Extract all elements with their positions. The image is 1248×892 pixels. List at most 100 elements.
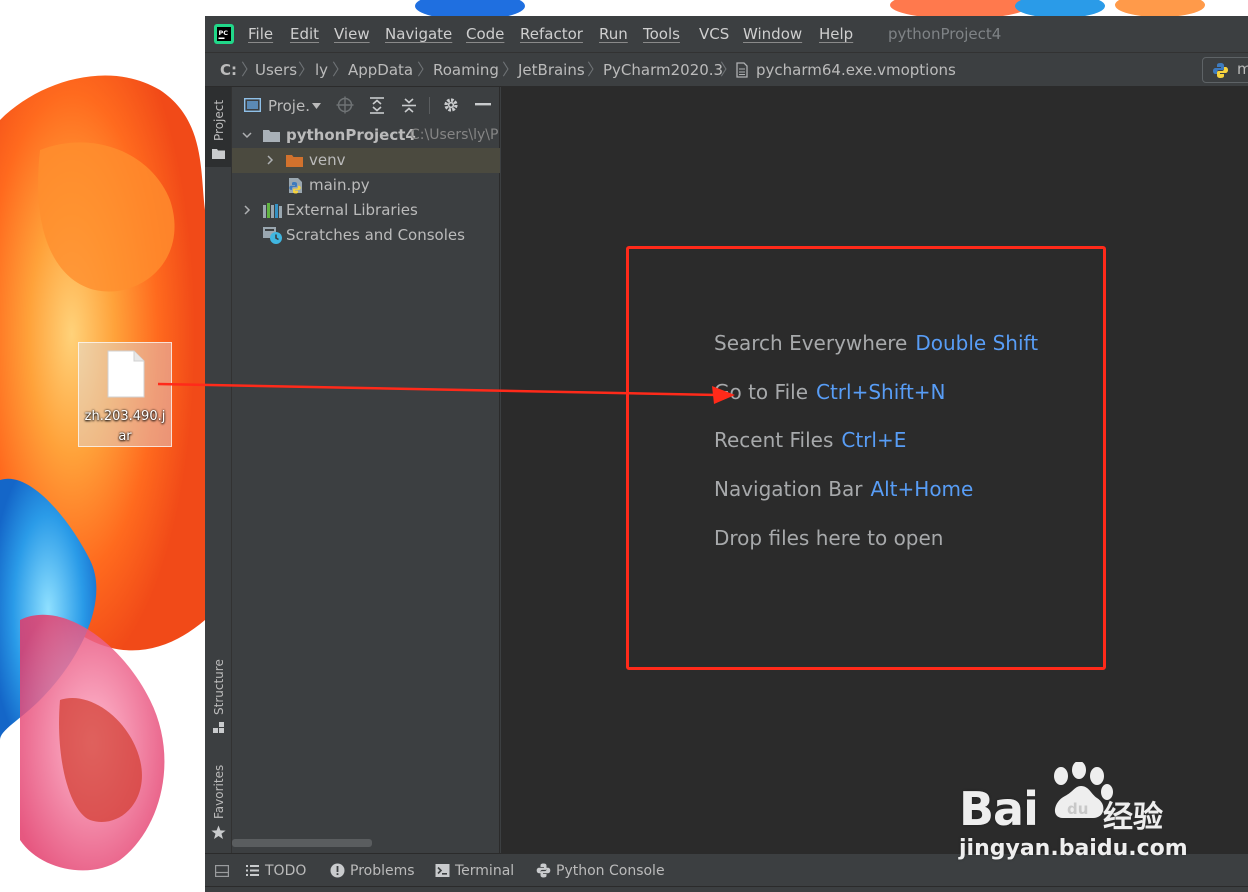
- watermark-brand-cn: 经验: [1103, 800, 1163, 835]
- tool-todo[interactable]: TODO: [246, 862, 307, 880]
- python-icon: [1213, 63, 1228, 78]
- folder-icon: [263, 130, 280, 142]
- breadcrumb-drive[interactable]: C:: [220, 60, 237, 80]
- menu-file[interactable]: File: [248, 24, 273, 44]
- watermark-brand: Bai: [959, 782, 1039, 836]
- menu-refactor[interactable]: Refactor: [520, 24, 583, 44]
- dropdown-arrow-icon[interactable]: [312, 103, 321, 109]
- toolbar-divider: [429, 97, 430, 114]
- breadcrumb-roaming[interactable]: Roaming: [433, 60, 499, 80]
- tab-favorites[interactable]: Favorites: [205, 759, 231, 844]
- menu-run[interactable]: Run: [599, 24, 628, 44]
- tool-terminal-label: Terminal: [455, 863, 515, 879]
- breadcrumb-separator-icon: 〉: [332, 60, 349, 79]
- project-panel: Proje. pythonProject4 C:\Users\ly\P venv…: [232, 87, 500, 853]
- breadcrumb-appdata[interactable]: AppData: [348, 60, 413, 80]
- tree-root-project[interactable]: pythonProject4 C:\Users\ly\P: [232, 123, 500, 148]
- tab-structure-label: Structure: [212, 659, 226, 715]
- tree-root-label: pythonProject4: [286, 126, 416, 144]
- status-bar: [205, 886, 1248, 892]
- tool-problems[interactable]: Problems: [330, 862, 415, 880]
- expand-all-icon[interactable]: [369, 97, 385, 114]
- tab-favorites-label: Favorites: [212, 764, 226, 819]
- project-view-dropdown[interactable]: Proje.: [268, 96, 310, 116]
- tree-item-external-label: External Libraries: [286, 201, 418, 219]
- minimize-icon[interactable]: [475, 103, 491, 106]
- folder-icon: [212, 149, 225, 159]
- tree-item-venv-label: venv: [309, 151, 346, 169]
- terminal-icon: [435, 864, 450, 877]
- editor-empty-state[interactable]: Search Everywhere Double Shift Go to File…: [501, 87, 1248, 853]
- python-file-icon: [289, 178, 302, 194]
- scratches-icon: [263, 227, 282, 244]
- breadcrumb-separator-icon: 〉: [502, 60, 519, 79]
- tool-windows-icon[interactable]: [215, 865, 229, 877]
- watermark: Bai du 经验 jingyan.baidu.com: [955, 762, 1188, 872]
- project-panel-toolbar: Proje.: [232, 87, 500, 123]
- tab-project[interactable]: Project: [205, 87, 231, 167]
- menu-navigate[interactable]: Navigate: [385, 24, 452, 44]
- breadcrumb-separator-icon: 〉: [587, 60, 604, 79]
- menu-bar: PC File Edit View Navigate Code Refactor…: [205, 16, 1248, 52]
- tree-item-venv[interactable]: venv: [232, 148, 500, 173]
- menu-window[interactable]: Window: [743, 24, 802, 44]
- run-configuration-selector[interactable]: m: [1202, 57, 1248, 83]
- python-console-icon: [536, 863, 551, 878]
- structure-icon: [213, 722, 224, 733]
- window-title: pythonProject4: [888, 25, 1002, 43]
- chevron-down-icon[interactable]: [242, 130, 252, 140]
- run-configuration-label: m: [1237, 60, 1248, 78]
- menu-view[interactable]: View: [334, 24, 370, 44]
- horizontal-scrollbar[interactable]: [232, 839, 372, 847]
- library-icon: [263, 203, 282, 218]
- tree-item-scratches[interactable]: Scratches and Consoles: [232, 223, 500, 248]
- watermark-url: jingyan.baidu.com: [959, 836, 1188, 861]
- tool-todo-label: TODO: [265, 863, 307, 879]
- svg-text:PC: PC: [219, 29, 229, 37]
- tab-project-label: Project: [212, 99, 226, 141]
- tree-item-external-libraries[interactable]: External Libraries: [232, 198, 500, 223]
- menu-code[interactable]: Code: [466, 24, 504, 44]
- tool-python-console[interactable]: Python Console: [536, 862, 665, 880]
- excluded-folder-icon: [286, 155, 303, 167]
- pycharm-logo-icon: PC: [214, 24, 234, 44]
- warning-circle-icon: [330, 863, 345, 878]
- breadcrumb-pycharm[interactable]: PyCharm2020.3: [603, 60, 723, 80]
- tree-item-scratches-label: Scratches and Consoles: [286, 226, 465, 244]
- tool-problems-label: Problems: [350, 863, 415, 879]
- menu-help[interactable]: Help: [819, 24, 853, 44]
- ide-window: PC File Edit View Navigate Code Refactor…: [205, 16, 1248, 892]
- breadcrumb-separator-icon: 〉: [298, 60, 315, 79]
- breadcrumb: C: 〉 Users 〉 ly 〉 AppData 〉 Roaming 〉 Je…: [205, 52, 1248, 87]
- annotation-drop-zone-box: [626, 246, 1106, 670]
- chevron-right-icon[interactable]: [242, 205, 252, 215]
- breadcrumb-vmoptions-file[interactable]: pycharm64.exe.vmoptions: [756, 60, 956, 80]
- desktop-file-icon[interactable]: zh.203.490.jar: [78, 342, 172, 447]
- tab-structure[interactable]: Structure: [205, 652, 231, 737]
- breadcrumb-separator-icon: 〉: [720, 60, 737, 79]
- breadcrumb-separator-icon: 〉: [417, 60, 434, 79]
- breadcrumb-users[interactable]: Users: [255, 60, 297, 80]
- file-icon: [107, 350, 145, 398]
- collapse-all-icon[interactable]: [401, 97, 417, 114]
- menu-vcs[interactable]: VCS: [699, 24, 729, 44]
- list-icon: [246, 865, 259, 876]
- star-icon: [211, 825, 226, 839]
- breadcrumb-jetbrains[interactable]: JetBrains: [518, 60, 585, 80]
- project-view-icon: [244, 98, 261, 112]
- locate-target-icon[interactable]: [336, 96, 354, 114]
- chevron-right-icon[interactable]: [265, 155, 275, 165]
- tree-item-main-label: main.py: [309, 176, 370, 194]
- menu-tools[interactable]: Tools: [643, 24, 680, 44]
- menu-edit[interactable]: Edit: [290, 24, 319, 44]
- desktop-file-label: zh.203.490.jar: [84, 409, 166, 444]
- gear-icon[interactable]: [442, 96, 460, 114]
- left-tool-stripe: Project Structure Favorites: [205, 87, 232, 853]
- tree-item-main-py[interactable]: main.py: [232, 173, 500, 198]
- tool-python-console-label: Python Console: [556, 863, 665, 879]
- breadcrumb-ly[interactable]: ly: [315, 60, 328, 80]
- tree-root-path: C:\Users\ly\P: [410, 127, 499, 143]
- tool-terminal[interactable]: Terminal: [435, 862, 515, 880]
- file-text-icon: [736, 62, 748, 78]
- svg-text:du: du: [1067, 800, 1088, 818]
